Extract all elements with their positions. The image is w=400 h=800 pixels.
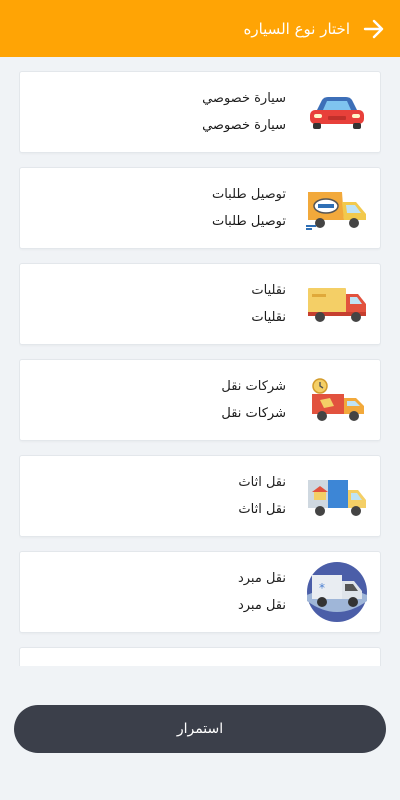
svg-text:*: * bbox=[319, 581, 325, 595]
vehicle-title: شركات نقل bbox=[221, 379, 286, 394]
vehicle-subtitle: نقل اثاث bbox=[238, 502, 286, 517]
page-title: اختار نوع السياره bbox=[243, 19, 350, 38]
vehicle-type-list: سيارة خصوصي سيارة خصوصي توصيل طلبات توصي… bbox=[19, 71, 381, 666]
vehicle-option-delivery[interactable]: توصيل طلبات توصيل طلبات bbox=[19, 167, 381, 249]
vehicle-subtitle: نقليات bbox=[251, 310, 286, 325]
arrow-right-icon[interactable] bbox=[362, 17, 386, 41]
vehicle-option-transport-company[interactable]: شركات نقل شركات نقل bbox=[19, 359, 381, 441]
vehicle-subtitle: شركات نقل bbox=[221, 406, 286, 421]
vehicle-option-refrigerated[interactable]: نقل مبرد نقل مبرد * bbox=[19, 551, 381, 633]
private-car-icon bbox=[306, 81, 368, 143]
vehicle-title: نقل مبرد bbox=[237, 571, 286, 586]
truck-icon bbox=[306, 273, 368, 335]
vehicle-option-furniture[interactable]: نقل اثاث نقل اثاث bbox=[19, 455, 381, 537]
continue-button[interactable]: استمرار bbox=[14, 705, 386, 753]
vehicle-subtitle: نقل مبرد bbox=[237, 598, 286, 613]
vehicle-subtitle: توصيل طلبات bbox=[211, 214, 286, 229]
refrigerated-truck-icon: * bbox=[306, 561, 368, 623]
vehicle-option-transport[interactable]: نقليات نقليات bbox=[19, 263, 381, 345]
vehicle-title: نقليات bbox=[251, 283, 286, 298]
vehicle-option-partial[interactable] bbox=[19, 647, 381, 666]
furniture-truck-icon bbox=[306, 465, 368, 527]
app-bar: اختار نوع السياره bbox=[0, 0, 400, 57]
vehicle-subtitle: سيارة خصوصي bbox=[202, 118, 286, 133]
vehicle-title: سيارة خصوصي bbox=[202, 91, 286, 106]
vehicle-title: توصيل طلبات bbox=[211, 187, 286, 202]
vehicle-option-private-car[interactable]: سيارة خصوصي سيارة خصوصي bbox=[19, 71, 381, 153]
delivery-van-icon bbox=[306, 177, 368, 239]
transport-company-icon bbox=[306, 369, 368, 431]
vehicle-title: نقل اثاث bbox=[238, 475, 286, 490]
